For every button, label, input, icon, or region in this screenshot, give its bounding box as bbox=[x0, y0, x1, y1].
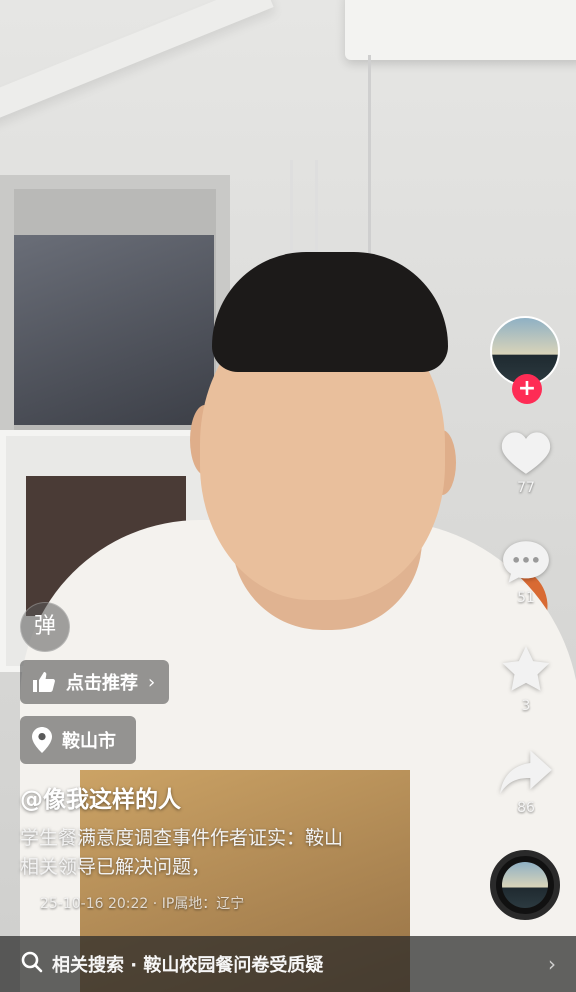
chevron-right-icon: › bbox=[148, 671, 156, 693]
music-disc[interactable] bbox=[490, 850, 560, 920]
related-search-label: 相关搜索 · 鞍山校园餐问卷受质疑 bbox=[52, 955, 324, 976]
wall-hook bbox=[290, 160, 318, 253]
comment-bubble-icon bbox=[503, 541, 549, 583]
favorite-button[interactable]: 3 bbox=[488, 644, 564, 714]
video-description[interactable]: 学生餐满意度调查事件作者证实：鞍山 相关领导已解决问题， bbox=[20, 824, 440, 882]
location-label: 鞍山市 bbox=[62, 731, 116, 752]
star-icon bbox=[502, 646, 550, 691]
recommend-button[interactable]: 点击推荐 › bbox=[20, 660, 170, 704]
description-line: 学生餐满意度调查事件作者证实：鞍山 bbox=[20, 827, 344, 849]
heart-icon bbox=[501, 432, 551, 474]
like-button[interactable]: 77 bbox=[488, 428, 564, 496]
search-icon bbox=[20, 950, 44, 978]
comment-button[interactable]: 51 bbox=[488, 538, 564, 606]
recommend-label: 点击推荐 bbox=[66, 673, 138, 694]
air-conditioner bbox=[345, 0, 576, 60]
description-line: 相关领导已解决问题， bbox=[20, 856, 211, 878]
like-count: 77 bbox=[517, 480, 535, 496]
chevron-right-icon: › bbox=[548, 952, 556, 976]
share-count: 86 bbox=[517, 800, 535, 816]
comment-count: 51 bbox=[517, 590, 535, 606]
author-name-link[interactable]: @像我这样的人 bbox=[20, 780, 181, 814]
person-hair bbox=[212, 252, 448, 372]
share-arrow-icon bbox=[500, 750, 552, 794]
ceiling-beam bbox=[0, 0, 274, 127]
location-tag[interactable]: 鞍山市 bbox=[20, 716, 136, 764]
related-search-bar[interactable]: 相关搜索 · 鞍山校园餐问卷受质疑 › bbox=[0, 936, 576, 992]
wall-cable bbox=[368, 55, 377, 265]
follow-button[interactable]: + bbox=[512, 374, 542, 404]
favorite-count: 3 bbox=[521, 698, 531, 714]
location-pin-icon bbox=[32, 727, 52, 753]
post-meta: 25-10-16 20:22 · IP属地：辽宁 bbox=[40, 896, 245, 912]
danmaku-toggle-button[interactable]: 弹 bbox=[20, 602, 70, 652]
thumbs-up-icon bbox=[32, 671, 56, 693]
share-button[interactable]: 86 bbox=[488, 748, 564, 816]
